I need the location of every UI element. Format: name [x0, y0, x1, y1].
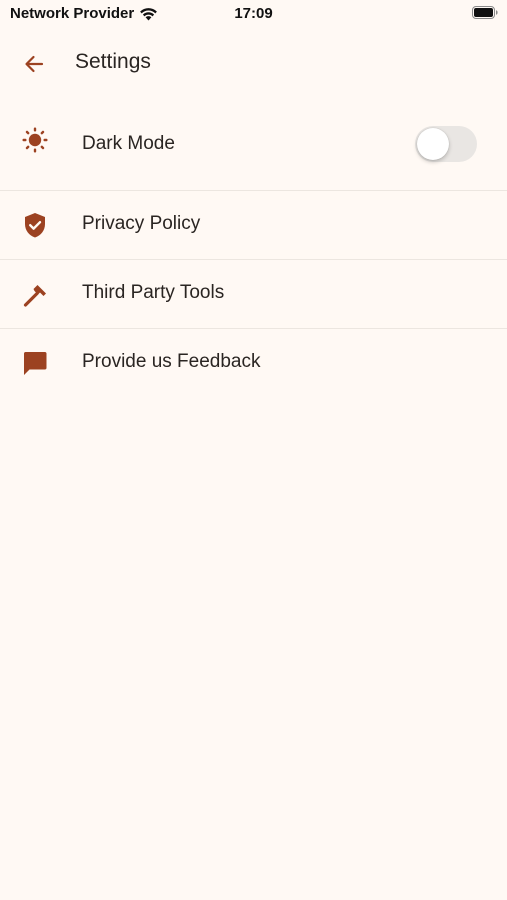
shield-check-icon: [21, 211, 49, 239]
privacy-policy-label: Privacy Policy: [82, 213, 201, 234]
battery-icon: [472, 6, 498, 19]
arrow-left-icon: [25, 55, 44, 73]
settings-item-third-party-tools[interactable]: Third Party Tools: [0, 260, 507, 329]
third-party-tools-label: Third Party Tools: [82, 282, 225, 303]
settings-item-feedback[interactable]: Provide us Feedback: [0, 329, 507, 398]
settings-item-privacy-policy[interactable]: Privacy Policy: [0, 191, 507, 260]
toggle-knob: [417, 128, 449, 160]
back-button[interactable]: [20, 50, 48, 78]
dark-mode-toggle[interactable]: [415, 126, 477, 162]
status-time: 17:09: [234, 5, 273, 22]
app-bar: Settings: [0, 35, 507, 91]
feedback-label: Provide us Feedback: [82, 351, 261, 372]
hammer-icon: [21, 280, 49, 308]
page-title: Settings: [75, 50, 151, 73]
status-bar: Network Provider 17:09: [0, 0, 507, 28]
settings-list: Dark Mode Privacy Policy Third Party Too…: [0, 98, 507, 398]
sun-icon: [21, 126, 49, 154]
chat-bubble-icon: [21, 349, 49, 377]
settings-item-dark-mode: Dark Mode: [0, 98, 507, 191]
dark-mode-label: Dark Mode: [82, 133, 175, 154]
